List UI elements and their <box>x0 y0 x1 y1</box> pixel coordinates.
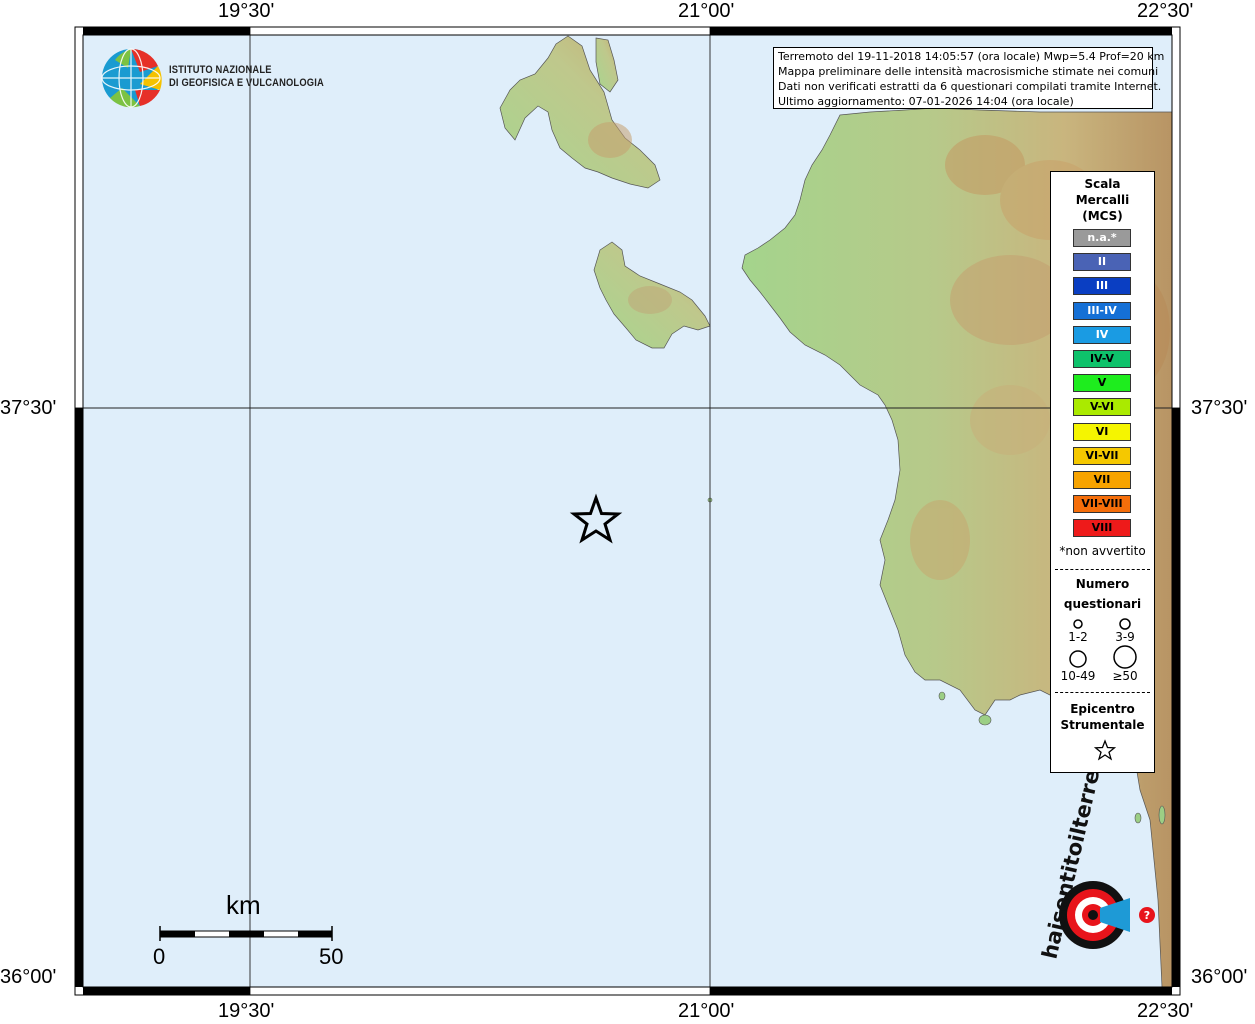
legend-swatch-vi: VI <box>1073 422 1131 441</box>
legend-title-line1: Scala <box>1084 177 1121 191</box>
coord-right-2: 36°00' <box>1191 966 1248 988</box>
coord-left-1: 37°30' <box>0 397 57 419</box>
count-circle-3-9 <box>1119 618 1131 630</box>
island-small-3 <box>1134 812 1142 824</box>
legend-title-line2: Mercalli <box>1075 193 1130 207</box>
event-info-box: Terremoto del 19-11-2018 14:05:57 (ora l… <box>773 47 1165 109</box>
coord-left-2: 36°00' <box>0 966 57 988</box>
legend-swatch-vi-vii: VI-VII <box>1073 446 1131 465</box>
legend-count-title-line2: questionari <box>1063 597 1142 611</box>
island-small-4 <box>1158 805 1166 825</box>
legend-epicenter-star-icon <box>1094 739 1116 761</box>
event-info-line3: Dati non verificati estratti da 6 questi… <box>778 80 1162 93</box>
legend-epicenter-line1: Epicentro <box>1070 702 1135 716</box>
legend-swatch-iv-v: IV-V <box>1073 350 1131 368</box>
count-label-1-2: 1-2 <box>1068 630 1088 644</box>
count-circle-1-2 <box>1073 619 1083 629</box>
legend-swatch-v-vi: V-VI <box>1073 398 1131 417</box>
legend-swatch-viii: VIII <box>1073 519 1131 538</box>
count-circle-50 <box>1113 645 1137 669</box>
legend-epicenter-title: Epicentro Strumentale <box>1051 701 1154 733</box>
ingv-logo-line1: ISTITUTO NAZIONALE <box>169 64 272 76</box>
coord-bottom-2: 21°00' <box>678 1000 735 1022</box>
legend-swatch-ii: II <box>1073 253 1131 272</box>
count-label-3-9: 3-9 <box>1115 630 1135 644</box>
count-label-10-49: 10-49 <box>1060 669 1096 683</box>
count-circle-10-49 <box>1069 650 1087 668</box>
ingv-logo-line2: DI GEOFISICA E VULCANOLOGIA <box>169 77 324 89</box>
event-info-line1: Terremoto del 19-11-2018 14:05:57 (ora l… <box>778 50 1165 63</box>
scale-bar-min: 0 <box>153 944 166 969</box>
legend-swatch-na: n.a.* <box>1073 229 1131 247</box>
coord-bottom-1: 19°30' <box>218 1000 275 1022</box>
count-label-50: ≥50 <box>1112 669 1138 683</box>
legend-swatch-iv: IV <box>1073 325 1131 344</box>
ingv-logo-text: ISTITUTO NAZIONALE DI GEOFISICA E VULCAN… <box>169 64 324 90</box>
island-small-2 <box>978 714 992 726</box>
event-info-line2: Mappa preliminare delle intensità macros… <box>778 65 1159 78</box>
legend-count-title-line1: Numero <box>1075 577 1130 591</box>
legend-swatch-iii: III <box>1073 277 1131 296</box>
legend-count-title: Numero questionari <box>1051 574 1154 614</box>
island-small-1 <box>938 691 946 701</box>
legend-swatch-vii-viii: VII-VIII <box>1073 495 1131 514</box>
event-info-line4: Ultimo aggiornamento: 07-01-2026 14:04 (… <box>778 95 1074 108</box>
coord-right-1: 37°30' <box>1191 397 1248 419</box>
coord-top-2: 21°00' <box>678 0 735 22</box>
legend-swatch-vii: VII <box>1073 471 1131 489</box>
scale-bar-unit: km <box>226 890 261 920</box>
coord-top-3: 22°30' <box>1137 0 1194 22</box>
legend-swatch-v: V <box>1073 374 1131 393</box>
legend-swatch-iii-iv: III-IV <box>1073 301 1131 320</box>
legend-title-line3: (MCS) <box>1082 209 1123 223</box>
legend-title: Scala Mercalli (MCS) <box>1051 176 1154 224</box>
legend-divider-1 <box>1055 569 1150 570</box>
mcs-legend: Scala Mercalli (MCS) n.a.* II III III-IV IV I… <box>1050 171 1155 773</box>
legend-divider-2 <box>1055 692 1150 693</box>
legend-not-felt-note: *non avvertito <box>1059 544 1146 558</box>
legend-epicenter-line2: Strumentale <box>1060 718 1145 732</box>
coord-bottom-3: 22°30' <box>1137 1000 1194 1022</box>
svg-text:?: ? <box>1144 909 1150 922</box>
scale-bar-max: 50 <box>319 944 344 969</box>
coord-top-1: 19°30' <box>218 0 275 22</box>
